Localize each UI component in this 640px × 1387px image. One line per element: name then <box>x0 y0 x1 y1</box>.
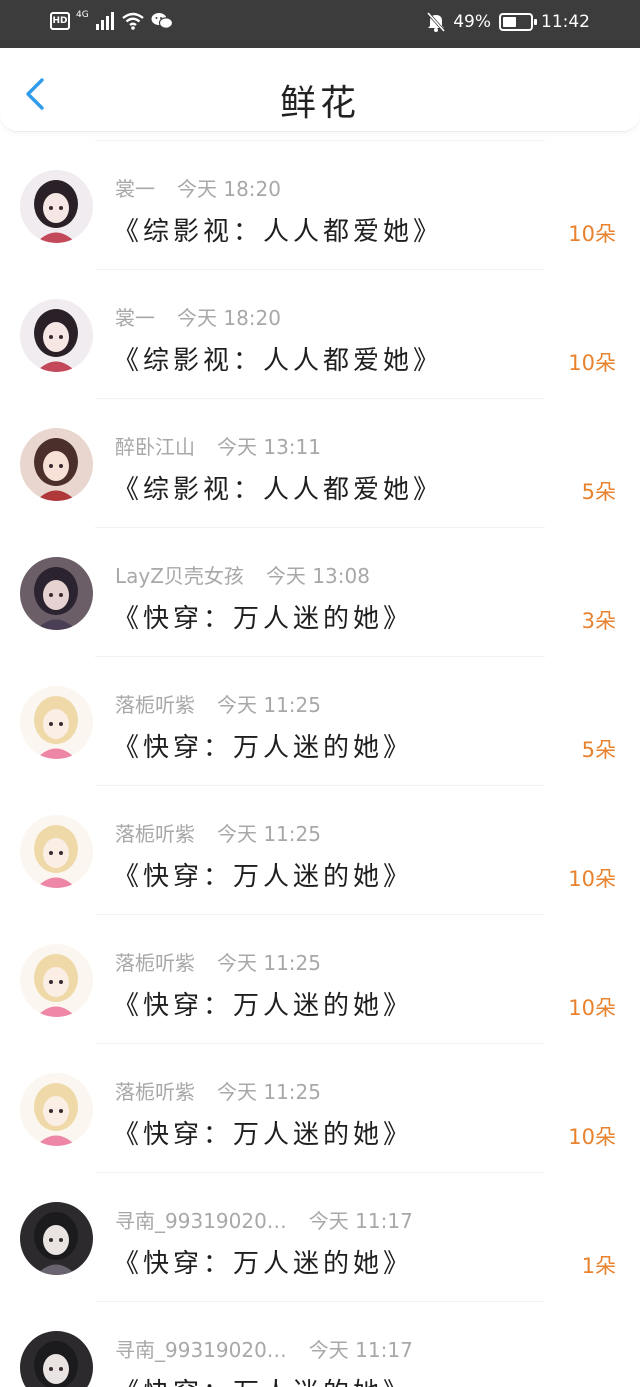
flower-count: 10朵 <box>568 867 616 891</box>
list-item[interactable]: 裳一 今天 18:20 《综影视：人人都爱她》 10朵 <box>0 141 640 270</box>
avatar[interactable] <box>20 1202 93 1275</box>
book-title[interactable]: 《快穿：万人迷的她》 <box>113 598 413 635</box>
timestamp: 今天 11:17 <box>308 1338 413 1362</box>
battery-icon <box>499 13 537 31</box>
item-meta: 落栀听紫 今天 11:25 <box>115 1076 321 1105</box>
username[interactable]: 寻南_99319020… <box>115 1205 287 1234</box>
list-item[interactable]: 寻南_99319020… 今天 11:17 《快穿：万人迷的她》 <box>0 1302 640 1387</box>
signal-icon <box>95 12 114 30</box>
clock: 11:42 <box>541 12 590 32</box>
nav-bar: 鲜花 <box>0 48 640 132</box>
timestamp: 今天 13:11 <box>217 435 321 459</box>
username[interactable]: LayZ贝壳女孩 <box>115 560 244 589</box>
item-meta: 落栀听紫 今天 11:25 <box>115 947 321 976</box>
book-title[interactable]: 《综影视：人人都爱她》 <box>113 469 443 506</box>
list-item[interactable]: 落栀听紫 今天 11:25 《快穿：万人迷的她》 10朵 <box>0 915 640 1044</box>
avatar[interactable] <box>20 170 93 243</box>
book-title[interactable]: 《快穿：万人迷的她》 <box>113 1114 413 1151</box>
timestamp: 今天 11:17 <box>308 1209 413 1233</box>
book-title[interactable]: 《综影视：人人都爱她》 <box>113 340 443 377</box>
timestamp: 今天 18:20 <box>177 177 281 201</box>
item-meta: 裳一 今天 18:20 <box>115 173 281 202</box>
battery-percent: 49% <box>453 12 491 32</box>
item-meta: LayZ贝壳女孩 今天 13:08 <box>115 560 370 589</box>
username[interactable]: 裳一 <box>115 173 155 202</box>
avatar[interactable] <box>20 686 93 759</box>
status-left: HD 4G <box>50 10 173 30</box>
flower-count: 10朵 <box>568 996 616 1020</box>
avatar[interactable] <box>20 1073 93 1146</box>
flower-count: 10朵 <box>568 351 616 375</box>
network-type: 4G <box>76 10 89 20</box>
mute-bell-icon <box>427 12 446 32</box>
item-meta: 寻南_99319020… 今天 11:17 <box>115 1205 413 1234</box>
book-title[interactable]: 《快穿：万人迷的她》 <box>113 856 413 893</box>
timestamp: 今天 11:25 <box>217 951 321 975</box>
flower-count: 5朵 <box>581 480 616 504</box>
battery-fill <box>503 17 516 27</box>
item-meta: 寻南_99319020… 今天 11:17 <box>115 1334 413 1363</box>
timestamp: 今天 18:20 <box>177 306 281 330</box>
username[interactable]: 落栀听紫 <box>115 947 195 976</box>
username[interactable]: 落栀听紫 <box>115 1076 195 1105</box>
flower-count: 10朵 <box>568 222 616 246</box>
book-title[interactable]: 《快穿：万人迷的她》 <box>113 1243 413 1280</box>
timestamp: 今天 13:08 <box>265 564 370 588</box>
book-title[interactable]: 《综影视：人人都爱她》 <box>113 211 443 248</box>
page-title: 鲜花 <box>279 83 360 124</box>
list-item[interactable]: 裳一 今天 18:20 《综影视：人人都爱她》 10朵 <box>0 270 640 399</box>
list-item[interactable]: 落栀听紫 今天 11:25 《快穿：万人迷的她》 10朵 <box>0 786 640 915</box>
item-meta: 醉卧江山 今天 13:11 <box>115 431 321 460</box>
item-meta: 落栀听紫 今天 11:25 <box>115 818 321 847</box>
status-right: 49% 11:42 <box>427 12 590 32</box>
timestamp: 今天 11:25 <box>217 822 321 846</box>
avatar[interactable] <box>20 815 93 888</box>
wechat-icon <box>151 13 173 29</box>
flower-count: 5朵 <box>581 738 616 762</box>
avatar[interactable] <box>20 428 93 501</box>
wifi-icon <box>121 12 144 30</box>
list-item[interactable]: 醉卧江山 今天 13:11 《综影视：人人都爱她》 5朵 <box>0 399 640 528</box>
item-meta: 裳一 今天 18:20 <box>115 302 281 331</box>
book-title[interactable]: 《快穿：万人迷的她》 <box>113 727 413 764</box>
timestamp: 今天 11:25 <box>217 1080 321 1104</box>
book-title[interactable]: 《快穿：万人迷的她》 <box>113 985 413 1022</box>
flower-count: 1朵 <box>581 1254 616 1278</box>
flower-count: 10朵 <box>568 1125 616 1149</box>
avatar[interactable] <box>20 1331 93 1387</box>
username[interactable]: 落栀听紫 <box>115 689 195 718</box>
item-meta: 落栀听紫 今天 11:25 <box>115 689 321 718</box>
username[interactable]: 落栀听紫 <box>115 818 195 847</box>
hd-badge: HD <box>50 12 70 30</box>
avatar[interactable] <box>20 944 93 1017</box>
book-title[interactable]: 《快穿：万人迷的她》 <box>113 1372 413 1387</box>
list-item[interactable]: 寻南_99319020… 今天 11:17 《快穿：万人迷的她》 1朵 <box>0 1173 640 1302</box>
username[interactable]: 裳一 <box>115 302 155 331</box>
battery-cap <box>534 19 537 25</box>
username[interactable]: 醉卧江山 <box>115 431 195 460</box>
avatar[interactable] <box>20 557 93 630</box>
timestamp: 今天 11:25 <box>217 693 321 717</box>
status-bar: HD 4G 49% 11:42 <box>0 0 640 48</box>
avatar[interactable] <box>20 299 93 372</box>
username[interactable]: 寻南_99319020… <box>115 1334 287 1363</box>
list-item[interactable]: LayZ贝壳女孩 今天 13:08 《快穿：万人迷的她》 3朵 <box>0 528 640 657</box>
flower-count: 3朵 <box>581 609 616 633</box>
list-item[interactable]: 落栀听紫 今天 11:25 《快穿：万人迷的她》 5朵 <box>0 657 640 786</box>
list-item[interactable]: 落栀听紫 今天 11:25 《快穿：万人迷的她》 10朵 <box>0 1044 640 1173</box>
